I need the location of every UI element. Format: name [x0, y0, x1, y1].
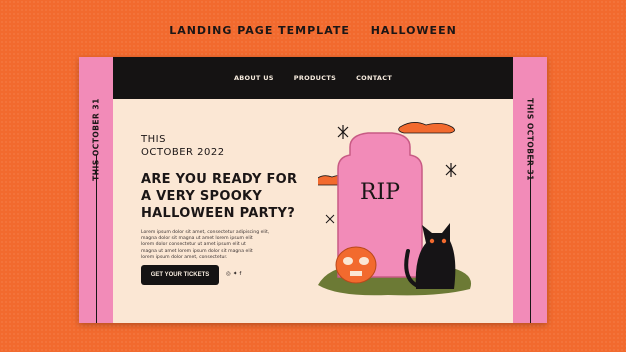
- facebook-icon[interactable]: f: [239, 271, 241, 277]
- get-tickets-button[interactable]: GET YOUR TICKETS: [141, 265, 219, 285]
- hero-subtitle-line1: THIS: [141, 134, 166, 145]
- left-divider-line: [96, 155, 97, 323]
- left-side-strip: THIS OCTOBER 31: [79, 57, 113, 323]
- twitter-icon[interactable]: ✦: [233, 271, 238, 277]
- navbar: ABOUT US PRODUCTS CONTACT: [113, 57, 513, 99]
- hero-section: THIS OCTOBER 2022 ARE YOU READY FOR A VE…: [113, 99, 513, 323]
- hero-headline-line2: A VERY SPOOKY: [141, 189, 263, 204]
- pumpkin-skull: [335, 246, 377, 284]
- sparkle-icon: [337, 125, 349, 139]
- hero-body-line: lorem ipsum dolor amet, consectetur.: [141, 254, 228, 260]
- hero-subtitle-line2: OCTOBER 2022: [141, 147, 225, 158]
- sparkle-icon: [325, 214, 335, 224]
- nav-contact[interactable]: CONTACT: [356, 74, 392, 82]
- hero-headline-line3: HALLOWEEN PARTY?: [141, 206, 296, 221]
- tombstone-rip-text: RIP: [360, 180, 400, 205]
- instagram-icon[interactable]: ◎: [226, 271, 231, 277]
- page-header-left: LANDING PAGE TEMPLATE: [169, 24, 350, 37]
- page-header: LANDING PAGE TEMPLATE HALLOWEEN: [0, 24, 626, 37]
- orange-cloud: [398, 122, 455, 134]
- nav-products[interactable]: PRODUCTS: [294, 74, 336, 82]
- sparkle-icon: [445, 163, 457, 177]
- social-links: ◎ ✦ f: [226, 271, 241, 277]
- hero-body-text: Lorem ipsum dolor sit amet, consectetur …: [141, 230, 291, 261]
- hero-subtitle: THIS OCTOBER 2022: [141, 133, 261, 159]
- right-divider-line: [530, 155, 531, 323]
- hero-headline-line1: ARE YOU READY FOR: [141, 172, 298, 187]
- halloween-illustration: RIP: [318, 122, 472, 296]
- right-side-strip: THIS OCTOBER 31: [513, 57, 547, 323]
- landing-page-mockup: THIS OCTOBER 31 THIS OCTOBER 31 ABOUT US…: [79, 57, 547, 323]
- hero-headline: ARE YOU READY FOR A VERY SPOOKY HALLOWEE…: [141, 171, 321, 222]
- nav-about-us[interactable]: ABOUT US: [234, 74, 274, 82]
- page-header-right: HALLOWEEN: [370, 24, 457, 37]
